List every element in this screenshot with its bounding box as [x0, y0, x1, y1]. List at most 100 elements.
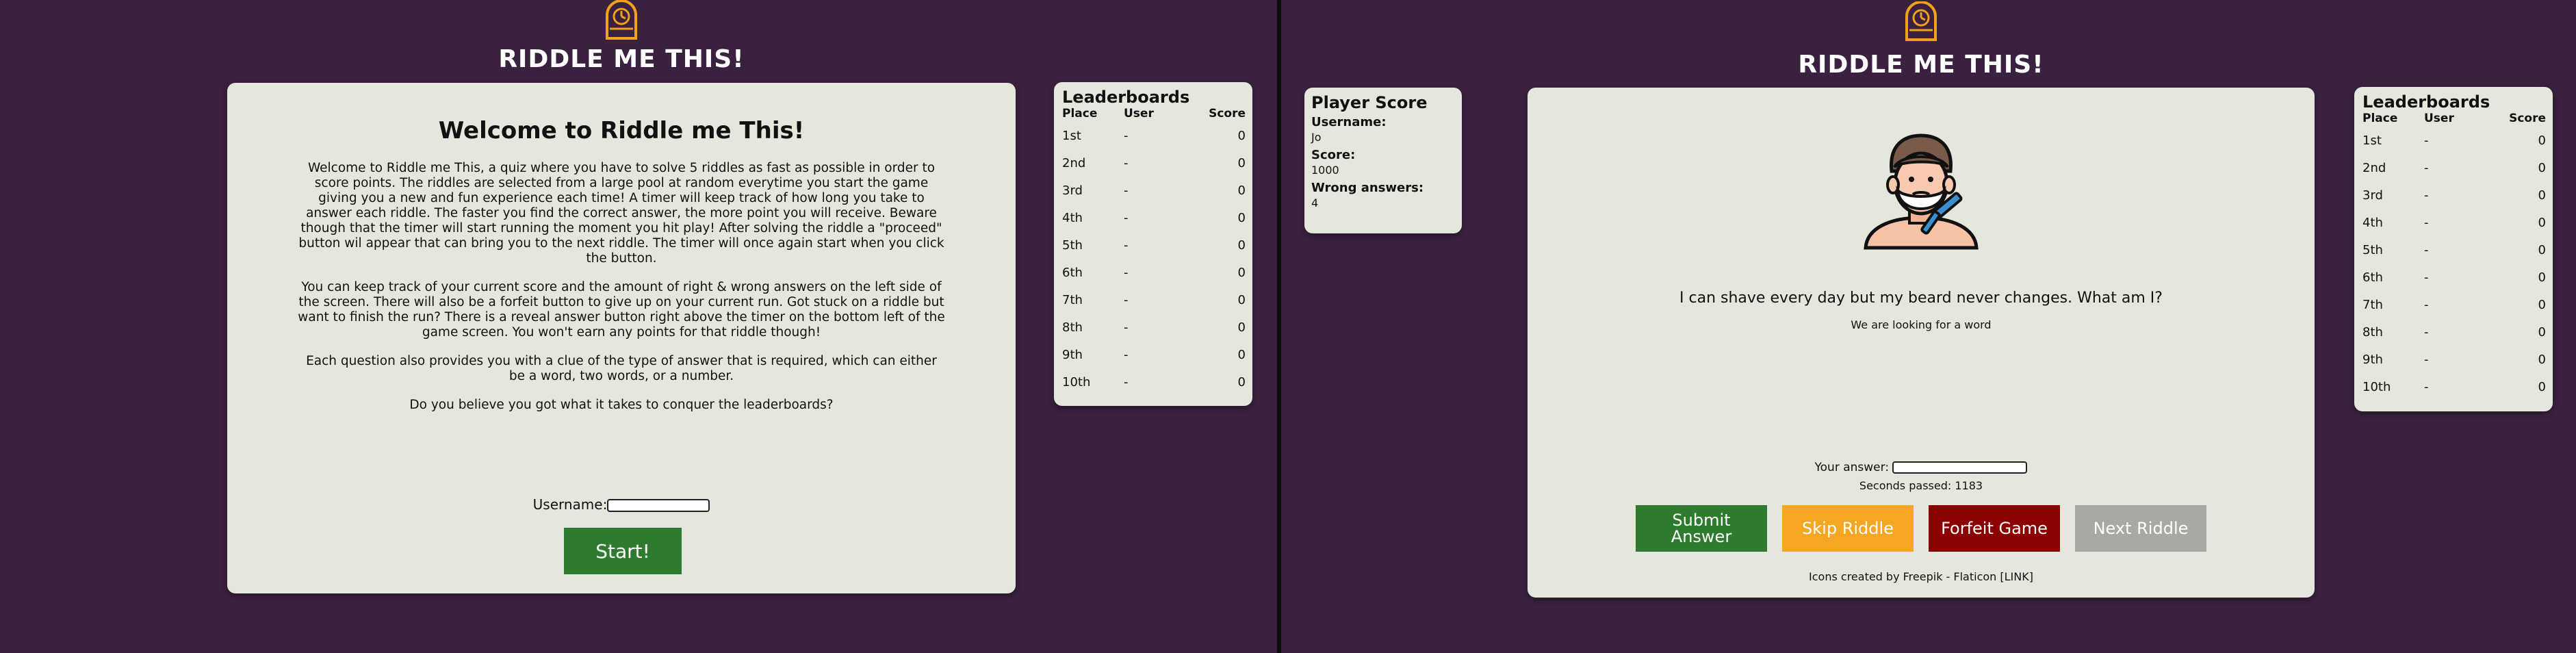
start-button[interactable]: Start! — [564, 528, 682, 574]
row-score: 0 — [2538, 243, 2546, 257]
game-screen: RIDDLE ME THIS! Player Score Username: J… — [1281, 0, 2576, 653]
username-label: Username: — [532, 496, 608, 513]
riddle-logo-icon — [1905, 1, 1937, 41]
leaderboard-title: Leaderboards — [1062, 88, 1190, 107]
leaderboard-row: 6th - 0 — [2362, 270, 2546, 285]
intro-paragraph: Welcome to Riddle me This, a quiz where … — [298, 161, 944, 266]
row-score: 0 — [2538, 380, 2546, 394]
leaderboard-row: 1st - 0 — [1062, 129, 1246, 143]
leaderboard-row: 7th - 0 — [2362, 298, 2546, 312]
next-riddle-button[interactable]: Next Riddle — [2075, 505, 2206, 552]
icon-credit: Icons created by Freepik - Flaticon [LIN… — [1809, 570, 2033, 583]
leaderboard-row: 9th - 0 — [1062, 348, 1246, 362]
username-row: Username: — [227, 496, 1016, 513]
row-user: - — [1124, 375, 1129, 389]
intro-paragraph: Do you believe you got what it takes to … — [409, 398, 834, 412]
row-score: 0 — [1237, 375, 1246, 389]
player-score-panel: Player Score Username: Jo Score: 1000 Wr… — [1304, 88, 1462, 233]
intro-text: Welcome to Riddle me This, a quiz where … — [227, 161, 1016, 413]
row-user: - — [2424, 243, 2429, 257]
row-user: - — [1124, 293, 1129, 307]
leaderboard-header: Place User Score — [2362, 112, 2546, 125]
score-label: Score: — [1311, 148, 1356, 162]
row-place: 1st — [1062, 129, 1081, 143]
row-score: 0 — [2538, 353, 2546, 367]
username-value: Jo — [1311, 131, 1322, 144]
row-score: 0 — [1237, 183, 1246, 198]
leaderboard-row: 7th - 0 — [1062, 293, 1246, 307]
username-input[interactable] — [607, 499, 710, 512]
row-user: - — [1124, 348, 1129, 362]
header-score: Score — [2509, 112, 2546, 125]
wrong-answers-value: 4 — [1311, 196, 1319, 209]
row-user: - — [2424, 353, 2429, 367]
row-place: 2nd — [2362, 161, 2386, 175]
row-user: - — [1124, 320, 1129, 335]
leaderboard-row: 2nd - 0 — [2362, 161, 2546, 175]
site-title: RIDDLE ME THIS! — [1798, 51, 2044, 79]
timer-text: Seconds passed: 1183 — [1859, 479, 1983, 492]
leaderboard-panel: Leaderboards Place User Score 1st - 0 2nd -… — [2354, 87, 2553, 411]
row-score: 0 — [1237, 129, 1246, 143]
answer-row: Your answer: — [1528, 461, 2315, 474]
riddle-text: I can shave every day but my beard never… — [1679, 290, 2163, 307]
riddle-clue: We are looking for a word — [1851, 318, 1992, 331]
row-user: - — [1124, 183, 1129, 198]
leaderboard-row: 8th - 0 — [1062, 320, 1246, 335]
welcome-screen: RIDDLE ME THIS! Welcome to Riddle me Thi… — [0, 0, 1277, 653]
leaderboard-row: 3rd - 0 — [1062, 183, 1246, 198]
leaderboard-row: 2nd - 0 — [1062, 156, 1246, 170]
welcome-panel: Welcome to Riddle me This! Welcome to Ri… — [227, 83, 1016, 593]
leaderboard-row: 4th - 0 — [1062, 211, 1246, 225]
row-score: 0 — [1237, 211, 1246, 225]
row-place: 6th — [2362, 270, 2383, 285]
row-place: 5th — [1062, 238, 1083, 253]
row-place: 7th — [1062, 293, 1083, 307]
username-label: Username: — [1311, 115, 1387, 129]
score-value: 1000 — [1311, 164, 1339, 177]
leaderboard-row: 4th - 0 — [2362, 216, 2546, 230]
row-user: - — [2424, 216, 2429, 230]
leaderboard-row: 5th - 0 — [2362, 243, 2546, 257]
row-user: - — [2424, 161, 2429, 175]
leaderboard-row: 5th - 0 — [1062, 238, 1246, 253]
row-score: 0 — [1237, 156, 1246, 170]
riddle-logo-icon — [606, 0, 637, 40]
row-user: - — [2424, 298, 2429, 312]
header-user: User — [1124, 107, 1154, 120]
leaderboard-row: 3rd - 0 — [2362, 188, 2546, 203]
leaderboard-row: 10th - 0 — [2362, 380, 2546, 394]
row-score: 0 — [2538, 216, 2546, 230]
header-place: Place — [1062, 107, 1098, 120]
row-place: 7th — [2362, 298, 2383, 312]
leaderboard-row: 10th - 0 — [1062, 375, 1246, 389]
row-user: - — [1124, 156, 1129, 170]
row-user: - — [1124, 238, 1129, 253]
row-place: 3rd — [2362, 188, 2383, 203]
row-place: 3rd — [1062, 183, 1083, 198]
leaderboard-row: 1st - 0 — [2362, 133, 2546, 148]
row-place: 4th — [1062, 211, 1083, 225]
row-score: 0 — [1237, 320, 1246, 335]
intro-paragraph: Each question also provides you with a c… — [306, 354, 937, 383]
header-user: User — [2424, 112, 2454, 125]
row-place: 9th — [1062, 348, 1083, 362]
row-place: 10th — [1062, 375, 1091, 389]
row-score: 0 — [1237, 266, 1246, 280]
row-place: 1st — [2362, 133, 2382, 148]
leaderboard-panel: Leaderboards Place User Score 1st - 0 2nd -… — [1054, 82, 1252, 406]
row-score: 0 — [1237, 293, 1246, 307]
row-user: - — [1124, 266, 1129, 280]
row-score: 0 — [2538, 188, 2546, 203]
submit-answer-button[interactable]: Submit Answer — [1636, 505, 1767, 552]
row-user: - — [2424, 380, 2429, 394]
riddle-panel: I can shave every day but my beard never… — [1528, 88, 2315, 598]
forfeit-game-button[interactable]: Forfeit Game — [1929, 505, 2060, 552]
intro-paragraph: You can keep track of your current score… — [298, 280, 945, 340]
row-place: 8th — [2362, 325, 2383, 340]
answer-input[interactable] — [1892, 461, 2028, 474]
skip-riddle-button[interactable]: Skip Riddle — [1782, 505, 1914, 552]
answer-label: Your answer: — [1814, 461, 1890, 474]
leaderboard-row: 6th - 0 — [1062, 266, 1246, 280]
player-score-title: Player Score — [1311, 93, 1428, 112]
